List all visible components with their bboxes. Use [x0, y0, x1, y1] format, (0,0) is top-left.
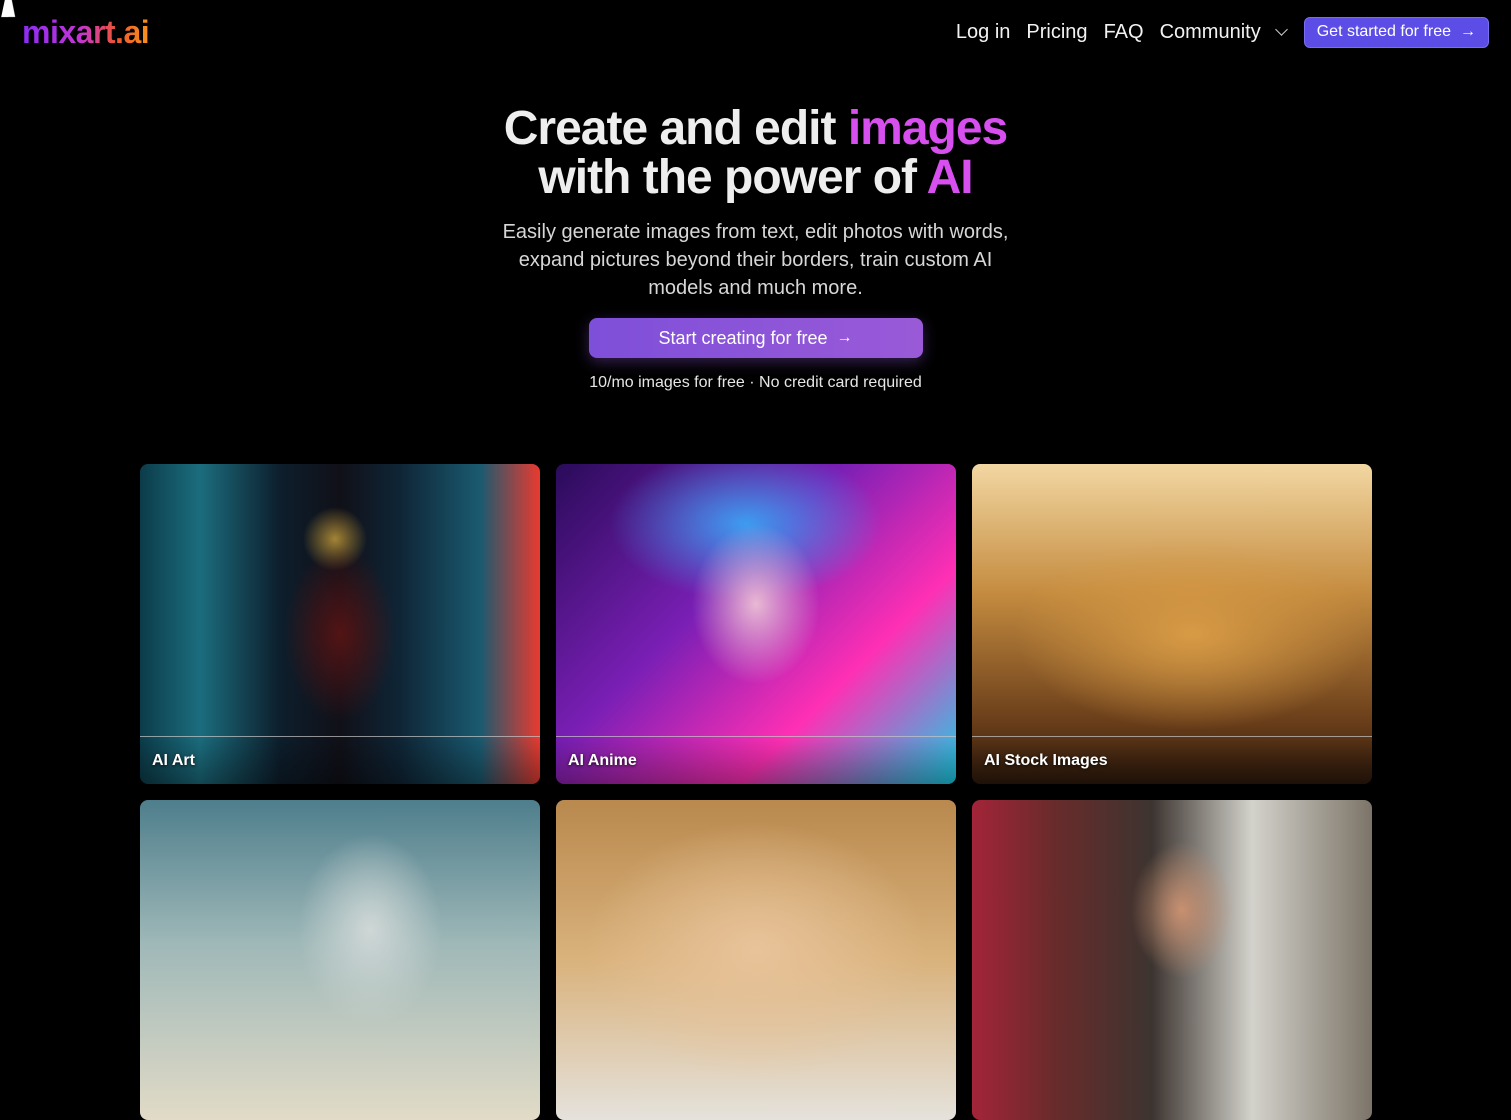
top-navigation: mixart.ai Log in Pricing FAQ Community G… [0, 0, 1511, 66]
logo[interactable]: mixart.ai [22, 14, 150, 51]
gallery-card-5[interactable] [556, 800, 956, 1120]
get-started-label: Get started for free [1316, 23, 1451, 40]
card-label: AI Anime [568, 752, 637, 769]
start-creating-label: Start creating for free [658, 327, 828, 348]
hero-title-highlight-images: images [847, 102, 1008, 155]
arrow-right-icon: → [1460, 23, 1476, 40]
arrow-right-icon: → [836, 329, 853, 346]
card-caption: AI Stock Images [972, 736, 1372, 784]
gallery-card-4[interactable] [140, 800, 540, 1120]
hero-title-line1: Create and edit [503, 102, 848, 155]
hero-subtitle: Easily generate images from text, edit p… [502, 221, 1009, 299]
faq-link[interactable]: FAQ [1104, 16, 1144, 48]
hero-title-line2: with the power of [538, 151, 927, 204]
gallery-card-ai-stock-images[interactable]: AI Stock Images [972, 464, 1372, 784]
nav-links: Log in Pricing FAQ Community Get started… [956, 16, 1489, 48]
get-started-button[interactable]: Get started for free → [1303, 16, 1489, 48]
start-creating-button[interactable]: Start creating for free → [588, 318, 923, 358]
login-link[interactable]: Log in [956, 16, 1011, 48]
hero-section: Create and edit images with the power of… [0, 104, 1511, 392]
hero-title-highlight-ai: AI [926, 151, 974, 204]
card-caption: AI Anime [556, 736, 956, 784]
gallery-card-ai-art[interactable]: AI Art [140, 464, 540, 784]
pricing-link[interactable]: Pricing [1026, 16, 1087, 48]
card-caption: AI Art [140, 736, 540, 784]
card-label: AI Stock Images [984, 752, 1108, 769]
gallery-card-6[interactable] [972, 800, 1372, 1120]
card-label: AI Art [152, 752, 195, 769]
community-dropdown[interactable]: Community [1159, 16, 1288, 48]
free-tier-note: 10/mo images for free · No credit card r… [589, 374, 922, 391]
hero-title: Create and edit images with the power of… [0, 104, 1511, 202]
gallery-card-ai-anime[interactable]: AI Anime [556, 464, 956, 784]
chevron-down-icon [1274, 22, 1288, 36]
community-label: Community [1159, 21, 1261, 43]
